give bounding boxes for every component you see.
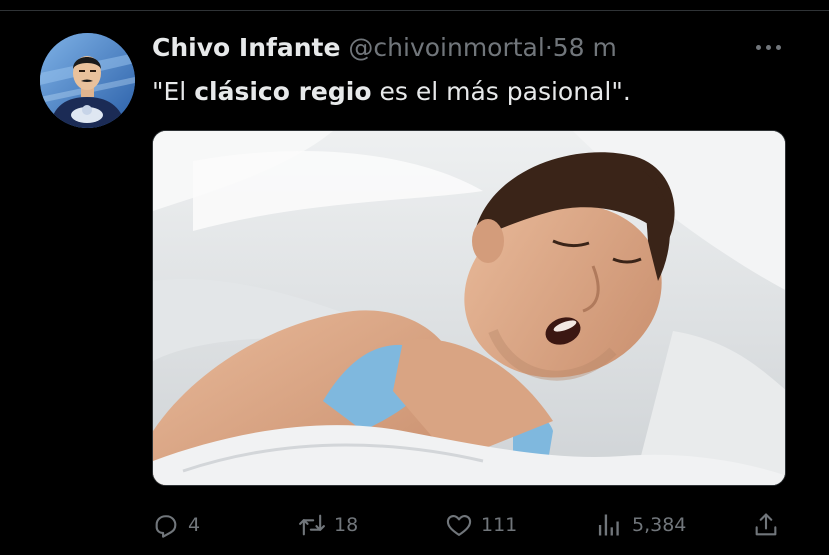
reply-button[interactable]: 4 [152, 505, 200, 545]
share-icon [752, 511, 780, 539]
tweet-text-open: "El [152, 77, 195, 106]
action-bar: 4 18 111 5,384 [0, 505, 829, 545]
more-dots-icon[interactable] [750, 36, 788, 58]
views-chart-icon [596, 511, 624, 539]
views-button[interactable]: 5,384 [596, 505, 686, 545]
dot [766, 45, 771, 50]
user-handle[interactable]: @chivoinmortal [348, 33, 544, 62]
tweet-text-close: es el más pasional". [371, 77, 631, 106]
tweet-media-photo[interactable] [152, 130, 786, 486]
dot [756, 45, 761, 50]
retweet-button[interactable]: 18 [298, 505, 358, 545]
reply-icon [152, 511, 180, 539]
avatar-image [40, 33, 135, 128]
separator-dot: · [544, 33, 553, 62]
display-name[interactable]: Chivo Infante [152, 33, 340, 62]
tweet-text-bold: clásico regio [194, 77, 372, 106]
view-count: 5,384 [632, 514, 687, 536]
like-button[interactable]: 111 [445, 505, 517, 545]
heart-icon [445, 511, 473, 539]
avatar[interactable] [40, 33, 135, 128]
share-button[interactable] [752, 505, 780, 545]
like-count: 111 [481, 514, 518, 536]
reply-count: 4 [188, 514, 201, 536]
tweet-header: Chivo Infante @chivoinmortal·58 m [152, 30, 762, 66]
retweet-icon [298, 511, 326, 539]
photo-sleeping-man [153, 131, 785, 485]
timestamp[interactable]: 58 m [553, 33, 617, 62]
tweet-text: "El clásico regio es el más pasional". [152, 74, 792, 110]
tweet[interactable]: Chivo Infante @chivoinmortal·58 m "El cl… [0, 0, 829, 555]
retweet-count: 18 [334, 514, 359, 536]
dot [776, 45, 781, 50]
